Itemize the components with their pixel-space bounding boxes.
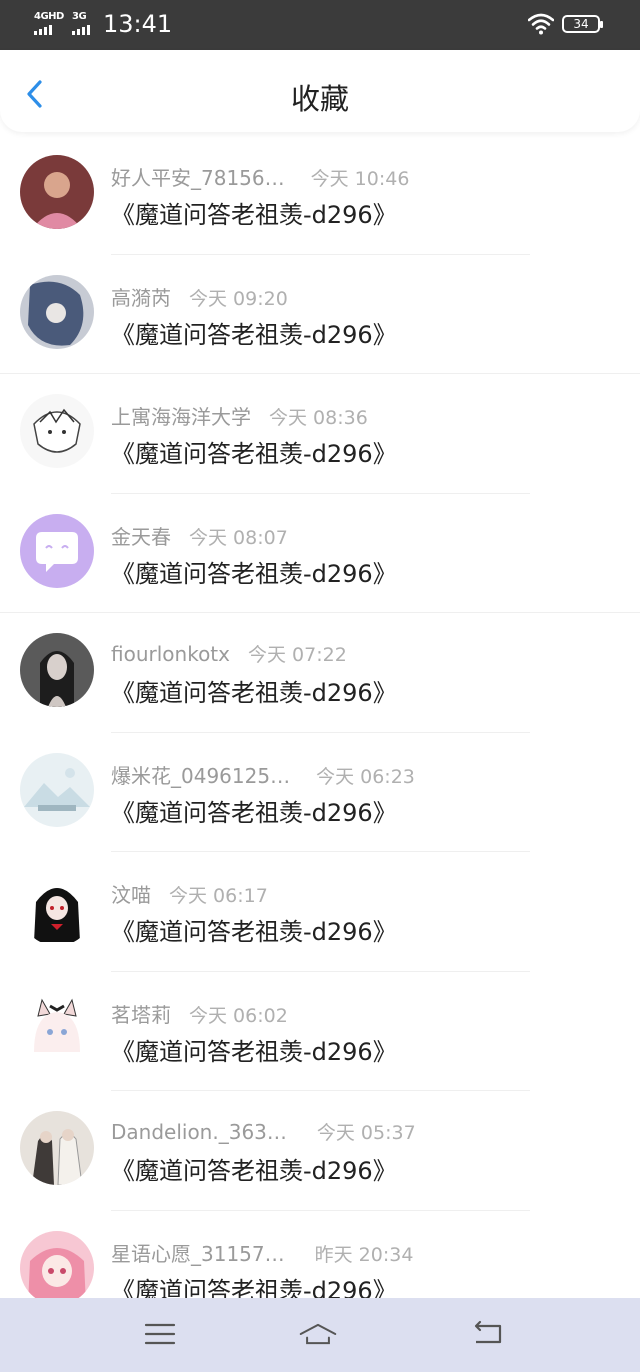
- list-item[interactable]: 上寓海海洋大学 今天 08:36 《魔道问答老祖羡-d296》: [0, 374, 640, 494]
- status-bar: 4GHD 3G 13:41 34: [0, 0, 640, 50]
- menu-icon[interactable]: [140, 1316, 180, 1352]
- timestamp: 今天 05:37: [316, 1122, 416, 1144]
- avatar[interactable]: [20, 1230, 94, 1305]
- username[interactable]: 茗塔莉: [111, 999, 171, 1028]
- favorites-list: 好人平安_78156… 今天 10:46 《魔道问答老祖羡-d296》 高漪芮 今天…: [0, 135, 640, 1330]
- post-title[interactable]: 《魔道问答老祖羡-d296》: [111, 315, 397, 350]
- timestamp: 今天 08:07: [189, 526, 288, 549]
- wifi-icon: [528, 13, 554, 35]
- avatar[interactable]: [20, 872, 94, 946]
- list-item[interactable]: Dandelion._363… 今天 05:37 《魔道问答老祖羡-d296》: [0, 1091, 640, 1211]
- signal-indicators: 4GHD 3G: [34, 11, 100, 35]
- list-item[interactable]: 茗塔莉 今天 06:02 《魔道问答老祖羡-d296》: [0, 972, 640, 1091]
- list-item[interactable]: 高漪芮 今天 09:20 《魔道问答老祖羡-d296》: [0, 255, 640, 374]
- timestamp: 今天 09:20: [189, 287, 288, 310]
- system-nav-bar: [0, 1298, 640, 1372]
- signal-3g-icon: 3G: [72, 11, 100, 35]
- avatar[interactable]: [20, 1111, 94, 1185]
- timestamp: 今天 07:22: [247, 644, 347, 666]
- avatar[interactable]: [20, 394, 94, 468]
- username[interactable]: Dandelion._363…: [111, 1120, 287, 1144]
- avatar[interactable]: [20, 752, 94, 827]
- avatar[interactable]: [20, 633, 94, 707]
- avatar[interactable]: [20, 991, 94, 1066]
- avatar[interactable]: [20, 274, 94, 349]
- title-bar: 收藏: [0, 50, 640, 132]
- post-title[interactable]: 《魔道问答老祖羡-d296》: [111, 673, 397, 708]
- avatar[interactable]: [20, 513, 94, 588]
- network-label-2: 3G: [72, 11, 87, 22]
- post-title[interactable]: 《魔道问答老祖羡-d296》: [111, 434, 397, 469]
- page-title: 收藏: [290, 82, 349, 116]
- network-label-1: 4GHD: [34, 11, 64, 22]
- clock: 13:41: [103, 10, 173, 38]
- post-title[interactable]: 《魔道问答老祖羡-d296》: [111, 793, 397, 828]
- avatar[interactable]: [20, 155, 94, 229]
- post-title[interactable]: 《魔道问答老祖羡-d296》: [111, 554, 397, 589]
- list-item[interactable]: 金天春 今天 08:07 《魔道问答老祖羡-d296》: [0, 494, 640, 613]
- list-item[interactable]: fiourlonkotx 今天 07:22 《魔道问答老祖羡-d296》: [0, 613, 640, 733]
- list-item[interactable]: 好人平安_78156… 今天 10:46 《魔道问答老祖羡-d296》: [0, 135, 640, 255]
- post-title[interactable]: 《魔道问答老祖羡-d296》: [111, 1151, 397, 1186]
- username[interactable]: fiourlonkotx: [111, 642, 230, 666]
- username[interactable]: 汶喵: [111, 879, 151, 908]
- post-title[interactable]: 《魔道问答老祖羡-d296》: [111, 195, 397, 230]
- post-title[interactable]: 《魔道问答老祖羡-d296》: [111, 1032, 397, 1067]
- signal-4g-icon: 4GHD: [34, 11, 64, 35]
- list-item[interactable]: 汶喵 今天 06:17 《魔道问答老祖羡-d296》: [0, 852, 640, 972]
- username[interactable]: 好人平安_78156…: [111, 162, 285, 191]
- post-title[interactable]: 《魔道问答老祖羡-d296》: [111, 912, 397, 947]
- timestamp: 昨天 20:34: [314, 1243, 414, 1266]
- list-item[interactable]: 爆米花_0496125… 今天 06:23 《魔道问答老祖羡-d296》: [0, 733, 640, 852]
- timestamp: 今天 06:23: [316, 765, 415, 788]
- username[interactable]: 金天春: [111, 521, 171, 550]
- battery-icon: 34: [562, 15, 603, 33]
- back-icon[interactable]: [468, 1316, 508, 1352]
- username[interactable]: 星语心愿_31157…: [111, 1238, 285, 1267]
- username[interactable]: 高漪芮: [111, 282, 171, 311]
- home-icon[interactable]: [298, 1316, 338, 1352]
- timestamp: 今天 08:36: [269, 407, 368, 429]
- username[interactable]: 爆米花_0496125…: [111, 760, 290, 789]
- username[interactable]: 上寓海海洋大学: [111, 401, 251, 430]
- timestamp: 今天 10:46: [310, 168, 410, 190]
- timestamp: 今天 06:02: [189, 1004, 288, 1027]
- timestamp: 今天 06:17: [169, 885, 268, 907]
